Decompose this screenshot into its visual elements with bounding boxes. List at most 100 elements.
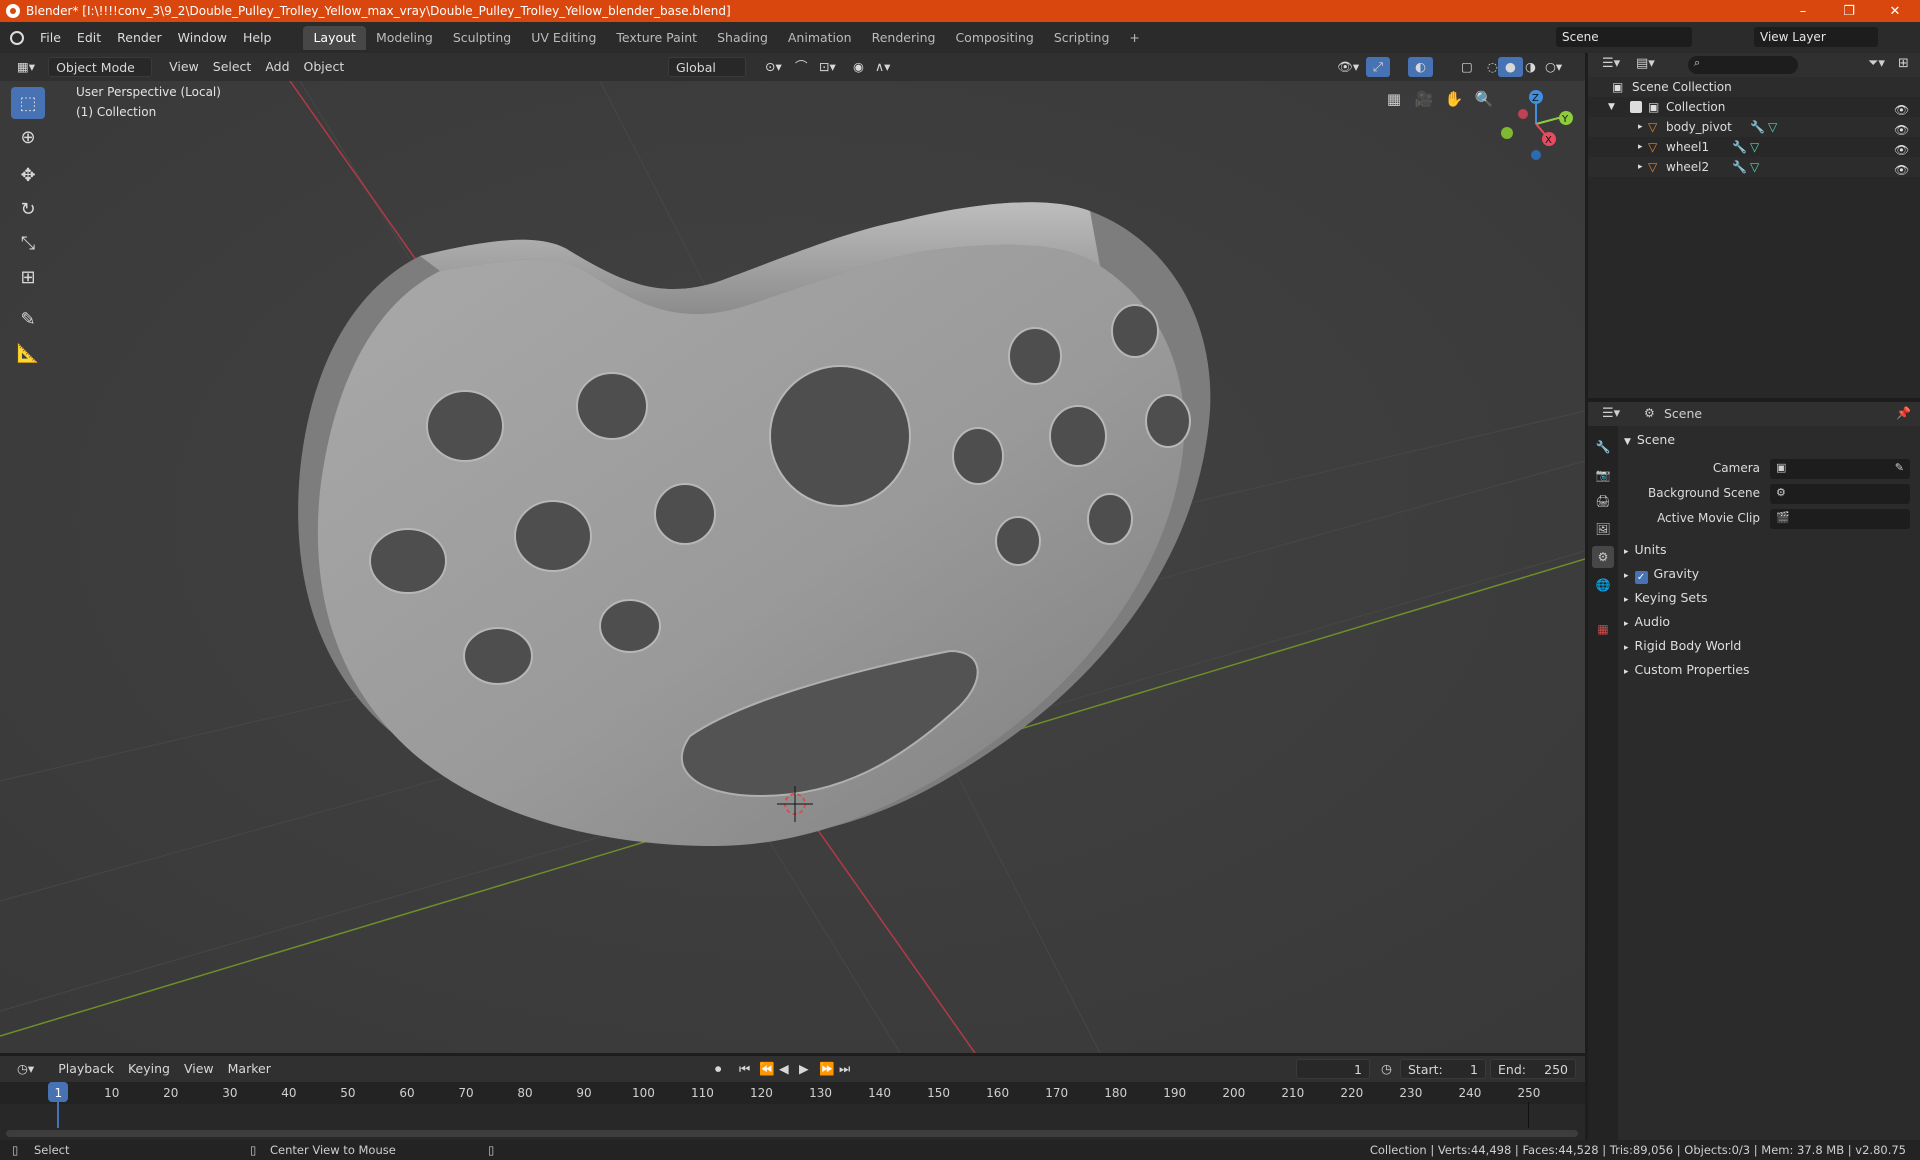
outliner-editor-icon[interactable]: ☰▾ bbox=[1602, 56, 1620, 71]
blender-menu-icon[interactable] bbox=[10, 30, 24, 45]
outliner-row-scene-collection[interactable]: ▣ Scene Collection bbox=[1588, 77, 1920, 97]
output-tab-icon[interactable]: 🖨 bbox=[1592, 490, 1614, 512]
audio-panel-header[interactable]: ▸ Audio bbox=[1624, 614, 1670, 629]
menu-window[interactable]: Window bbox=[170, 27, 235, 49]
texture-tab-icon[interactable]: ▦ bbox=[1592, 618, 1614, 640]
timeline-scrollbar[interactable] bbox=[6, 1130, 1578, 1137]
world-tab-icon[interactable]: 🌐 bbox=[1592, 574, 1614, 596]
outliner-row-wheel2[interactable]: ▸ ▽ wheel2 🔧 ▽ 👁 bbox=[1588, 157, 1920, 177]
eye-icon[interactable]: 👁 bbox=[1894, 100, 1909, 117]
pin-icon[interactable]: 📌 bbox=[1896, 406, 1911, 420]
record-button[interactable]: ⏺ bbox=[708, 1059, 728, 1079]
gravity-panel-header[interactable]: ▸ ✓ Gravity bbox=[1624, 566, 1699, 584]
eye-icon[interactable]: 👁 bbox=[1894, 160, 1909, 177]
menu-help[interactable]: Help bbox=[235, 27, 280, 49]
xray-icon[interactable]: ▢ bbox=[1454, 57, 1480, 77]
view-layer-selector[interactable]: View Layer bbox=[1754, 27, 1878, 47]
timeline-body[interactable]: 1 10 20 30 40 50 60 70 80 90 100 110 120 130 140 150 160… bbox=[0, 1082, 1585, 1142]
camera-view-icon[interactable]: 🎥 bbox=[1410, 85, 1438, 113]
units-panel-header[interactable]: ▸ Units bbox=[1624, 542, 1667, 557]
tab-shading[interactable]: Shading bbox=[707, 26, 778, 50]
menu-timeline-view[interactable]: View bbox=[177, 1059, 221, 1079]
scale-tool[interactable]: ⤡ bbox=[11, 227, 45, 259]
select-box-tool[interactable]: ⬚ bbox=[11, 87, 45, 119]
menu-playback[interactable]: Playback bbox=[51, 1059, 121, 1079]
start-frame-field[interactable]: Start: 1 bbox=[1400, 1059, 1486, 1079]
menu-add[interactable]: Add bbox=[258, 57, 296, 77]
transform-orientation-dropdown[interactable]: Global bbox=[668, 57, 746, 77]
menu-file[interactable]: File bbox=[32, 27, 69, 49]
maximize-button[interactable]: ❐ bbox=[1826, 0, 1872, 22]
toggle-view-grid-icon[interactable]: ▦ bbox=[1380, 85, 1408, 113]
rotate-tool[interactable]: ↻ bbox=[11, 193, 45, 225]
snap-icon[interactable]: ⌒ bbox=[788, 57, 815, 77]
view-layer-tab-icon[interactable]: 🖼 bbox=[1592, 518, 1614, 540]
minimize-button[interactable]: – bbox=[1780, 0, 1826, 22]
close-button[interactable]: ✕ bbox=[1872, 0, 1918, 22]
background-scene-field[interactable]: ⚙ bbox=[1770, 484, 1910, 504]
menu-edit[interactable]: Edit bbox=[69, 27, 109, 49]
outliner-search-input[interactable]: ⌕ bbox=[1688, 56, 1798, 74]
rigid-body-world-panel-header[interactable]: ▸ Rigid Body World bbox=[1624, 638, 1741, 653]
move-tool[interactable]: ✥ bbox=[11, 159, 45, 191]
gizmo-toggle-icon[interactable]: ⤢ bbox=[1366, 57, 1391, 77]
properties-editor-icon[interactable]: ☰▾ bbox=[1602, 406, 1620, 421]
tab-animation[interactable]: Animation bbox=[778, 26, 862, 50]
expand-arrow-icon[interactable]: ▸ bbox=[1638, 117, 1643, 137]
menu-keying[interactable]: Keying bbox=[121, 1059, 177, 1079]
gizmo-neg-y-axis[interactable] bbox=[1501, 127, 1513, 139]
outliner-row-wheel1[interactable]: ▸ ▽ wheel1 🔧 ▽ 👁 bbox=[1588, 137, 1920, 157]
render-tab-icon[interactable]: 📷 bbox=[1592, 464, 1614, 486]
preview-range-icon[interactable]: ◷ bbox=[1374, 1059, 1399, 1079]
jump-end-button[interactable]: ⏭ bbox=[832, 1059, 857, 1079]
menu-select[interactable]: Select bbox=[206, 57, 259, 77]
editor-type-icon[interactable]: ▦▾ bbox=[10, 57, 42, 77]
snap-target-icon[interactable]: ⊡▾ bbox=[812, 57, 843, 77]
tool-tab-icon[interactable]: 🔧 bbox=[1592, 436, 1614, 458]
camera-field[interactable]: ▣ ✎ bbox=[1770, 459, 1910, 479]
outliner-row-body-pivot[interactable]: ▸ ▽ body_pivot 🔧 ▽ 👁 bbox=[1588, 117, 1920, 137]
3d-viewport[interactable]: Z Y X User Perspective (Local) (1) Colle… bbox=[0, 81, 1585, 1053]
rendered-shading-icon[interactable]: ○▾ bbox=[1538, 57, 1569, 77]
menu-render[interactable]: Render bbox=[109, 27, 170, 49]
timeline-editor-icon[interactable]: ◷▾ bbox=[10, 1059, 41, 1079]
end-frame-field[interactable]: End: 250 bbox=[1490, 1059, 1576, 1079]
keying-sets-panel-header[interactable]: ▸ Keying Sets bbox=[1624, 590, 1708, 605]
timeline-frame-ruler[interactable]: 1 10 20 30 40 50 60 70 80 90 100 110 120 130 140 150 160… bbox=[0, 1082, 1585, 1104]
collection-checkbox[interactable] bbox=[1630, 101, 1642, 113]
eye-icon[interactable]: 👁 bbox=[1894, 120, 1909, 137]
tab-compositing[interactable]: Compositing bbox=[945, 26, 1043, 50]
annotate-tool[interactable]: ✎ bbox=[11, 303, 45, 335]
eyedropper-icon[interactable]: ✎ bbox=[1895, 461, 1904, 474]
menu-object[interactable]: Object bbox=[297, 57, 352, 77]
measure-tool[interactable]: 📐 bbox=[11, 337, 45, 369]
tab-sculpting[interactable]: Sculpting bbox=[443, 26, 521, 50]
tab-layout[interactable]: Layout bbox=[303, 25, 366, 50]
pivot-point-icon[interactable]: ⊙▾ bbox=[758, 57, 789, 77]
menu-view[interactable]: View bbox=[162, 57, 206, 77]
overlay-toggle-icon[interactable]: ◐ bbox=[1408, 57, 1433, 77]
active-movie-clip-field[interactable]: 🎬 bbox=[1770, 509, 1910, 529]
tab-uv-editing[interactable]: UV Editing bbox=[521, 26, 606, 50]
display-mode-icon[interactable]: ▤▾ bbox=[1636, 56, 1655, 71]
eye-icon[interactable]: 👁 bbox=[1894, 140, 1909, 157]
gravity-checkbox[interactable]: ✓ bbox=[1634, 571, 1648, 584]
custom-properties-panel-header[interactable]: ▸ Custom Properties bbox=[1624, 662, 1750, 677]
expand-arrow-icon[interactable]: ▸ bbox=[1638, 137, 1643, 157]
expand-arrow-icon[interactable]: ▸ bbox=[1638, 157, 1643, 177]
collapse-arrow-icon[interactable]: ▼ bbox=[1608, 97, 1615, 117]
new-collection-icon[interactable]: ⊞ bbox=[1898, 56, 1909, 71]
tab-rendering[interactable]: Rendering bbox=[862, 26, 946, 50]
gizmo-neg-z-axis[interactable] bbox=[1531, 150, 1541, 160]
scene-section-header[interactable]: ▼ Scene bbox=[1624, 432, 1675, 447]
filter-icon[interactable]: ⏷▾ bbox=[1868, 56, 1885, 71]
object-mode-dropdown[interactable]: Object Mode bbox=[48, 57, 153, 77]
gizmo-neg-x-axis[interactable] bbox=[1518, 109, 1528, 119]
outliner-row-collection[interactable]: ▼ ▣ Collection 👁 bbox=[1588, 97, 1920, 117]
current-frame-field[interactable]: 1 bbox=[1296, 1059, 1370, 1079]
transform-tool[interactable]: ⊞ bbox=[11, 261, 45, 293]
menu-marker[interactable]: Marker bbox=[221, 1059, 278, 1079]
tab-texture-paint[interactable]: Texture Paint bbox=[606, 26, 707, 50]
scene-tab-icon[interactable]: ⚙ bbox=[1592, 546, 1614, 568]
tab-modeling[interactable]: Modeling bbox=[366, 26, 443, 50]
